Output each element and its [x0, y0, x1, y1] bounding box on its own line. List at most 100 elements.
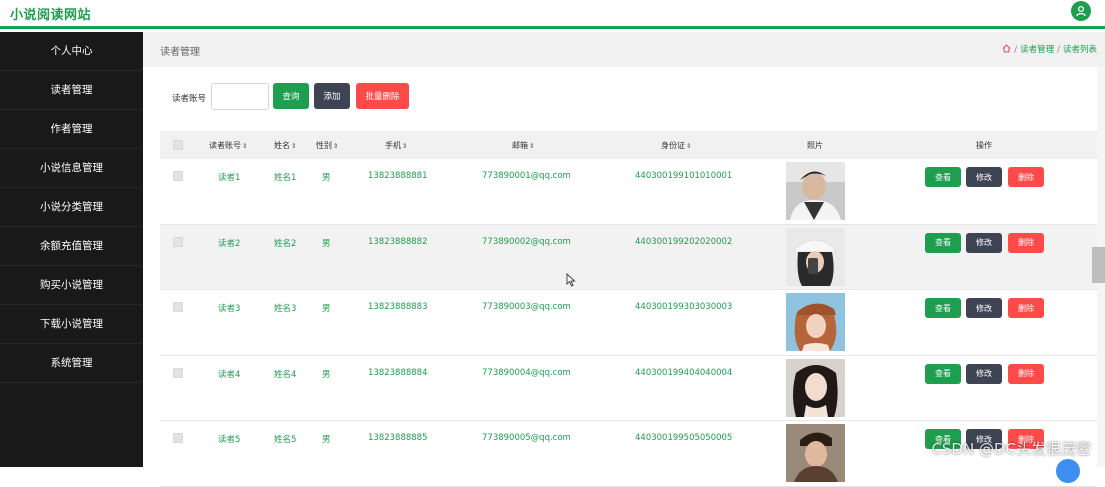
sort-icon: ⇕	[291, 142, 296, 150]
sort-icon: ⇕	[333, 142, 338, 150]
reader-photo[interactable]	[786, 293, 845, 351]
cell-email: 773890005@qq.com	[482, 433, 571, 443]
breadcrumb-bar: 读者管理 /读者管理/读者列表	[143, 32, 1105, 67]
row-checkbox[interactable]	[173, 302, 183, 312]
cell-account: 读者1	[218, 171, 240, 183]
cell-email: 773890003@qq.com	[482, 302, 571, 312]
sidebar-item-novel-category-management[interactable]: 小说分类管理	[0, 188, 143, 227]
edit-button[interactable]: 修改	[966, 364, 1002, 384]
view-button[interactable]: 查看	[925, 167, 961, 187]
reader-photo[interactable]	[786, 359, 845, 417]
delete-button[interactable]: 删除	[1008, 364, 1044, 384]
row-checkbox[interactable]	[173, 368, 183, 378]
sort-icon: ⇕	[242, 142, 247, 150]
cell-phone: 13823888884	[368, 368, 428, 378]
reader-photo[interactable]	[786, 228, 845, 286]
cell-name: 姓名5	[274, 433, 296, 445]
cell-account: 读者3	[218, 302, 240, 314]
sidebar-item-novel-info-management[interactable]: 小说信息管理	[0, 149, 143, 188]
cell-id-card: 440300199404040004	[635, 368, 732, 378]
column-header-phone[interactable]: 手机⇕	[385, 140, 407, 151]
cell-phone: 13823888883	[368, 302, 428, 312]
cell-id-card: 440300199303030003	[635, 302, 732, 312]
sidebar-item-recharge-management[interactable]: 余额充值管理	[0, 227, 143, 266]
column-header-name[interactable]: 姓名⇕	[274, 140, 296, 151]
sidebar-item-personal-center[interactable]: 个人中心	[0, 32, 143, 71]
table-row: 读者4 姓名4 男 13823888884 773890004@qq.com 4…	[160, 356, 1097, 422]
column-header-photo: 照片	[807, 140, 823, 151]
cell-email: 773890004@qq.com	[482, 368, 571, 378]
row-checkbox[interactable]	[173, 171, 183, 181]
cell-gender: 男	[322, 302, 331, 314]
delete-button[interactable]: 删除	[1008, 167, 1044, 187]
sort-icon: ⇕	[402, 142, 407, 150]
scrollbar-thumb[interactable]	[1092, 247, 1105, 283]
view-button[interactable]: 查看	[925, 298, 961, 318]
floating-action-button[interactable]	[1056, 459, 1080, 483]
cell-id-card: 440300199202020002	[635, 237, 732, 247]
user-icon	[1075, 5, 1087, 17]
cell-account: 读者2	[218, 237, 240, 249]
table-row: 读者3 姓名3 男 13823888883 773890003@qq.com 4…	[160, 290, 1097, 356]
column-header-email[interactable]: 邮箱⇕	[512, 140, 534, 151]
cell-gender: 男	[322, 171, 331, 183]
cell-gender: 男	[322, 433, 331, 445]
home-icon[interactable]	[1002, 44, 1011, 53]
sidebar-item-download-management[interactable]: 下载小说管理	[0, 305, 143, 344]
select-all-checkbox[interactable]	[173, 140, 183, 150]
search-button[interactable]: 查询	[273, 83, 309, 109]
column-header-account[interactable]: 读者账号⇕	[209, 140, 247, 151]
cell-account: 读者4	[218, 368, 240, 380]
cell-id-card: 440300199505050005	[635, 433, 732, 443]
breadcrumb: /读者管理/读者列表	[1002, 43, 1097, 55]
breadcrumb-item-reader-management[interactable]: 读者管理	[1020, 45, 1054, 55]
reader-account-input[interactable]	[211, 83, 269, 110]
cell-account: 读者5	[218, 433, 240, 445]
edit-button[interactable]: 修改	[966, 233, 1002, 253]
cell-id-card: 440300199101010001	[635, 171, 732, 181]
watermark: CSDN @DC头发很茂密	[931, 438, 1091, 459]
cell-name: 姓名3	[274, 302, 296, 314]
table-row: 读者1 姓名1 男 13823888881 773890001@qq.com 4…	[160, 159, 1097, 225]
batch-delete-button[interactable]: 批量删除	[356, 83, 409, 109]
column-header-actions: 操作	[976, 140, 992, 151]
sidebar-item-system-management[interactable]: 系统管理	[0, 344, 143, 383]
sidebar-item-purchase-management[interactable]: 购买小说管理	[0, 266, 143, 305]
app-brand[interactable]: 小说阅读网站	[10, 4, 91, 23]
row-checkbox[interactable]	[173, 237, 183, 247]
cell-phone: 13823888885	[368, 433, 428, 443]
cell-email: 773890002@qq.com	[482, 237, 571, 247]
cell-name: 姓名1	[274, 171, 296, 183]
cell-gender: 男	[322, 237, 331, 249]
sort-icon: ⇕	[686, 142, 691, 150]
sidebar-item-author-management[interactable]: 作者管理	[0, 110, 143, 149]
cell-gender: 男	[322, 368, 331, 380]
column-header-id-card[interactable]: 身份证⇕	[661, 140, 691, 151]
cell-name: 姓名2	[274, 237, 296, 249]
column-header-gender[interactable]: 性别⇕	[316, 140, 338, 151]
search-label: 读者账号	[172, 92, 206, 104]
view-button[interactable]: 查看	[925, 364, 961, 384]
reader-table: 读者账号⇕ 姓名⇕ 性别⇕ 手机⇕ 邮箱⇕ 身份证⇕ 照片 操作 读者1 姓名1…	[160, 131, 1097, 487]
cell-phone: 13823888881	[368, 171, 428, 181]
top-bar: 小说阅读网站	[0, 0, 1105, 29]
add-button[interactable]: 添加	[314, 83, 350, 109]
page-title: 读者管理	[160, 43, 200, 58]
mouse-cursor-icon	[566, 273, 576, 287]
edit-button[interactable]: 修改	[966, 298, 1002, 318]
row-checkbox[interactable]	[173, 433, 183, 443]
breadcrumb-item-reader-list: 读者列表	[1063, 45, 1097, 55]
reader-photo[interactable]	[786, 424, 845, 482]
table-header: 读者账号⇕ 姓名⇕ 性别⇕ 手机⇕ 邮箱⇕ 身份证⇕ 照片 操作	[160, 131, 1097, 159]
reader-photo[interactable]	[786, 162, 845, 220]
cell-phone: 13823888882	[368, 237, 428, 247]
user-avatar[interactable]	[1071, 1, 1091, 21]
delete-button[interactable]: 删除	[1008, 233, 1044, 253]
sidebar-item-reader-management[interactable]: 读者管理	[0, 71, 143, 110]
edit-button[interactable]: 修改	[966, 167, 1002, 187]
view-button[interactable]: 查看	[925, 233, 961, 253]
table-row: 读者2 姓名2 男 13823888882 773890002@qq.com 4…	[160, 225, 1097, 291]
cell-email: 773890001@qq.com	[482, 171, 571, 181]
cell-name: 姓名4	[274, 368, 296, 380]
delete-button[interactable]: 删除	[1008, 298, 1044, 318]
